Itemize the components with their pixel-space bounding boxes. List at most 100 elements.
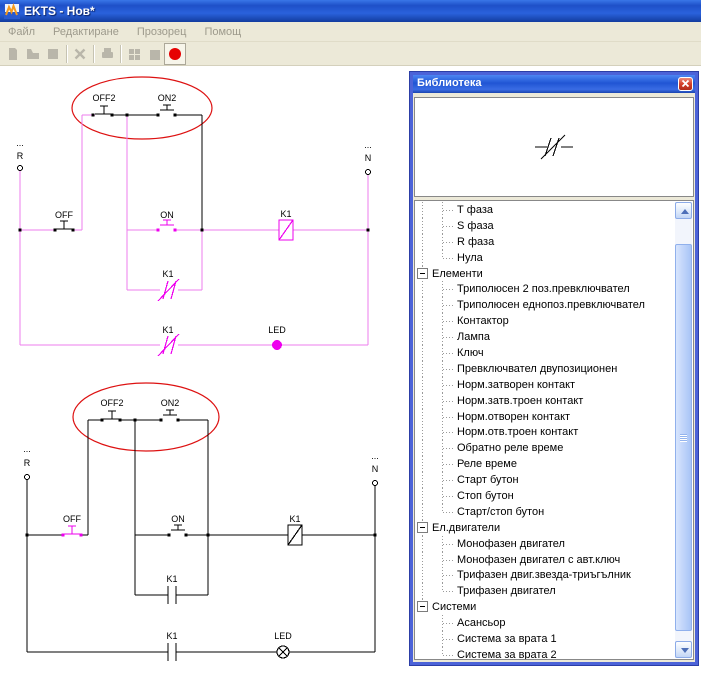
off-stop-button[interactable]: OFF xyxy=(54,210,75,232)
library-close-button[interactable] xyxy=(678,77,693,91)
menu-edit[interactable]: Редактиране xyxy=(53,26,119,38)
tree-item[interactable]: Триполюсен еднопоз.превключвател xyxy=(415,297,675,313)
k1-coil[interactable]: K1 xyxy=(279,209,293,240)
k1-coil[interactable]: K1 xyxy=(288,514,302,545)
off-stop-button-highlighted[interactable]: OFF xyxy=(62,514,83,537)
simulate-button[interactable] xyxy=(164,43,186,65)
menu-help[interactable]: Помощ xyxy=(204,26,241,38)
tree-group[interactable]: Ел.двигатели xyxy=(415,520,675,536)
tree-item[interactable]: Ключ xyxy=(415,345,675,361)
svg-text:ON2: ON2 xyxy=(161,398,180,408)
led-lamp-on[interactable]: LED xyxy=(268,325,286,350)
tree-item[interactable]: Трифазен двиг.звезда-триъгълник xyxy=(415,567,675,583)
svg-text:...: ... xyxy=(364,140,372,150)
k1-lamp-contact-open[interactable]: K1 xyxy=(166,631,177,661)
tree-item[interactable]: Нула xyxy=(415,250,675,266)
tree-item[interactable]: Т фаза xyxy=(415,202,675,218)
menu-file[interactable]: Файл xyxy=(8,26,35,38)
tree-item[interactable]: Старт бутон xyxy=(415,472,675,488)
menu-window[interactable]: Прозорец xyxy=(137,26,187,38)
window-title: EKTS - Нов* xyxy=(24,4,95,18)
scroll-down-button[interactable] xyxy=(675,641,692,658)
tree-guide-line xyxy=(422,377,423,393)
neutral-terminal-n[interactable]: ... N xyxy=(371,451,379,486)
tree-item[interactable]: Норм.затворен контакт xyxy=(415,377,675,393)
collapse-minus-icon[interactable] xyxy=(417,268,428,279)
save-icon xyxy=(45,46,61,62)
delete-button xyxy=(70,44,90,64)
tree-item[interactable]: Система за врата 1 xyxy=(415,631,675,647)
tree-item[interactable]: Монофазен двигател с авт.ключ xyxy=(415,552,675,568)
tree-item[interactable]: Система за врата 2 xyxy=(415,647,675,660)
phase-terminal-r[interactable]: ... R xyxy=(23,444,31,480)
tree-scrollbar[interactable] xyxy=(675,202,692,658)
tree-item[interactable]: Триполюсен 2 поз.превключвател xyxy=(415,281,675,297)
tree-item[interactable]: Превключвател двупозиционен xyxy=(415,361,675,377)
tree-item[interactable]: Норм.отв.троен контакт xyxy=(415,424,675,440)
tree-item[interactable]: R фаза xyxy=(415,234,675,250)
tree-item[interactable]: Лампа xyxy=(415,329,675,345)
tree-guide-stub xyxy=(443,432,455,433)
tree-item[interactable]: Обратно реле време xyxy=(415,440,675,456)
tree-item[interactable]: Стоп бутон xyxy=(415,488,675,504)
k1-lamp-contact-closed[interactable]: K1 xyxy=(158,325,179,356)
off2-stop-button[interactable]: OFF2 xyxy=(92,93,116,117)
tree-item-label: Контактор xyxy=(457,315,509,327)
tree-guide-line xyxy=(422,329,423,345)
tree-item[interactable]: S фаза xyxy=(415,218,675,234)
led-on-icon xyxy=(272,340,282,350)
tree-item[interactable]: Асансьор xyxy=(415,615,675,631)
tree-item[interactable]: Монофазен двигател xyxy=(415,536,675,552)
tree-item[interactable]: Контактор xyxy=(415,313,675,329)
tree-group[interactable]: Елементи xyxy=(415,266,675,282)
svg-text:...: ... xyxy=(16,138,24,148)
tool-grid-button xyxy=(124,44,144,64)
tree-item[interactable]: Трифазен двигател xyxy=(415,583,675,599)
tree-item[interactable]: Норм.отворен контакт xyxy=(415,409,675,425)
library-panel-titlebar[interactable]: Библиотека xyxy=(413,75,695,93)
terminal-node-icon xyxy=(373,481,378,486)
on-start-button[interactable]: ON xyxy=(157,210,177,232)
on2-start-button[interactable]: ON2 xyxy=(157,93,177,117)
tree-item[interactable]: Реле време xyxy=(415,456,675,472)
neutral-terminal-n[interactable]: ... N xyxy=(364,140,372,175)
tree-guide-stub xyxy=(443,417,455,418)
on-start-button[interactable]: ON xyxy=(168,514,188,537)
led-lamp-off[interactable]: LED xyxy=(274,631,292,658)
svg-text:N: N xyxy=(365,153,372,163)
tree-item-label: Превключвател двупозиционен xyxy=(457,363,617,375)
tree-item[interactable]: Старт/стоп бутон xyxy=(415,504,675,520)
tree-guide-stub xyxy=(443,496,455,497)
on2-start-button[interactable]: ON2 xyxy=(160,398,180,422)
library-panel-title: Библиотека xyxy=(417,77,482,89)
svg-text:...: ... xyxy=(371,451,379,461)
tree-item[interactable]: Норм.затв.троен контакт xyxy=(415,393,675,409)
tree-item-label: Лампа xyxy=(457,331,490,343)
tree-guide-stub xyxy=(443,258,455,259)
tree-group[interactable]: Системи xyxy=(415,599,675,615)
tool-square-button xyxy=(144,44,164,64)
tree-guide-stub xyxy=(443,353,455,354)
open-file-button xyxy=(23,44,43,64)
collapse-minus-icon[interactable] xyxy=(417,522,428,533)
scroll-up-button[interactable] xyxy=(675,202,692,219)
scroll-thumb[interactable] xyxy=(675,244,692,631)
grid-icon xyxy=(126,46,142,62)
tree-guide-line xyxy=(422,567,423,583)
tree-guide-stub xyxy=(443,369,455,370)
tree-item-label: Старт/стоп бутон xyxy=(457,506,544,518)
tree-guide-line xyxy=(422,536,423,552)
tree-item-label: Старт бутон xyxy=(457,474,519,486)
library-tree-box: Т фазаS фазаR фазаНулаЕлементиТриполюсен… xyxy=(414,200,694,660)
collapse-minus-icon[interactable] xyxy=(417,601,428,612)
tree-item-label: Трифазен двигател xyxy=(457,585,556,597)
phase-terminal-r[interactable]: ... R xyxy=(16,138,24,171)
tree-item-label: Монофазен двигател с авт.ключ xyxy=(457,554,620,566)
off2-stop-button[interactable]: OFF2 xyxy=(100,398,123,422)
k1-latch-contact-open[interactable]: K1 xyxy=(166,574,177,604)
app-logo-icon xyxy=(4,3,20,19)
k1-latch-contact-closed[interactable]: K1 xyxy=(158,269,179,301)
svg-text:LED: LED xyxy=(274,631,292,641)
tree-item-label: Елементи xyxy=(432,268,483,280)
blank-square-icon xyxy=(146,46,162,62)
